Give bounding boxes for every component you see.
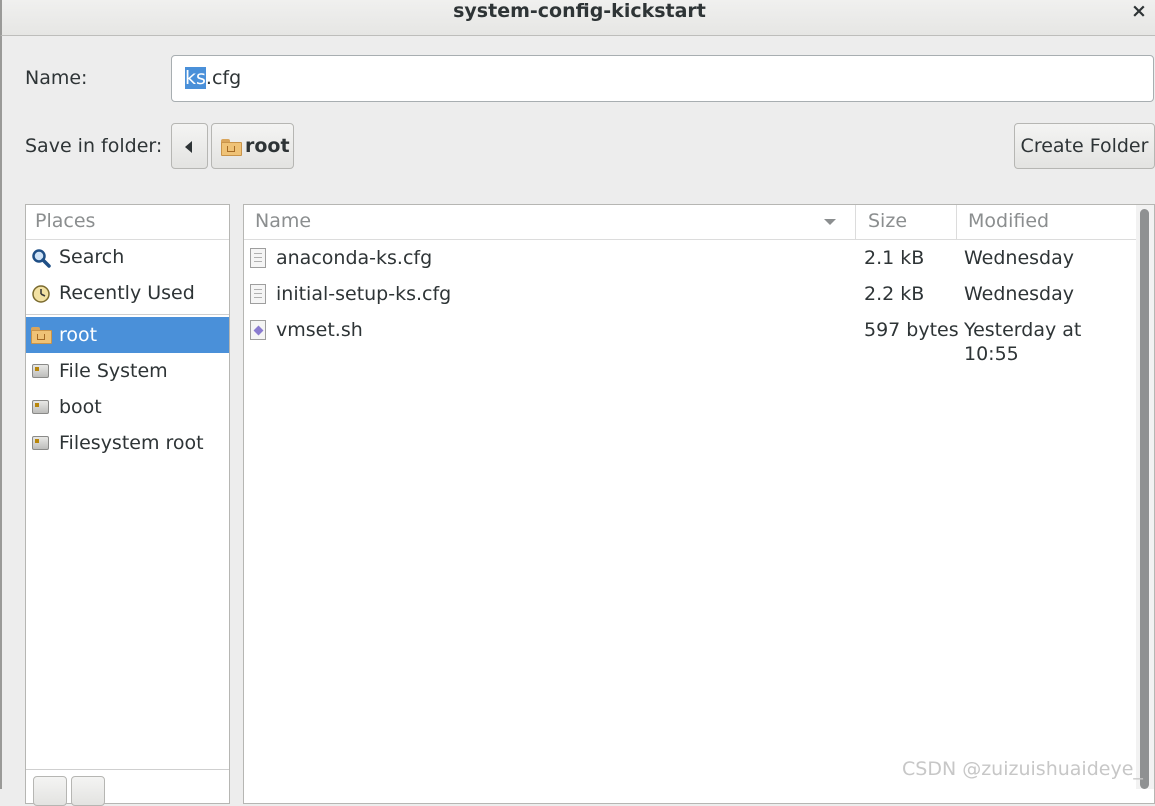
home-folder-icon [221, 139, 242, 156]
places-footer-divider [26, 769, 229, 770]
sort-descending-icon [824, 219, 836, 225]
path-folder-label: root [245, 135, 290, 157]
drive-icon [32, 400, 49, 414]
sidebar-item-label: boot [59, 396, 102, 418]
column-divider [956, 205, 957, 239]
sidebar-item-search[interactable]: Search [26, 243, 229, 273]
file-size: 2.2 kB [864, 283, 925, 305]
column-header-modified[interactable]: Modified [968, 209, 1049, 233]
column-divider [855, 205, 856, 239]
sidebar-item-recently-used[interactable]: Recently Used [26, 279, 229, 309]
left-arrow-icon [185, 141, 192, 153]
path-back-button[interactable] [171, 123, 208, 169]
places-header-divider [26, 239, 229, 240]
scrollbar-thumb[interactable] [1140, 209, 1149, 789]
file-modified: Wednesday [964, 283, 1075, 305]
name-selected-text: ks [185, 67, 206, 89]
file-row[interactable]: vmset.sh 597 bytes Yesterday at 10:55 [244, 315, 1136, 365]
sidebar-item-label: File System [59, 360, 168, 382]
file-modified: Wednesday [964, 247, 1075, 269]
name-label: Name: [25, 67, 88, 89]
sidebar-item-file-system[interactable]: File System [26, 356, 229, 386]
window-title: system-config-kickstart [453, 0, 706, 22]
column-header-name[interactable]: Name [255, 209, 311, 233]
recent-icon [32, 285, 50, 303]
save-in-folder-label: Save in folder: [25, 135, 163, 157]
drive-icon [32, 364, 49, 378]
sidebar-item-label: root [59, 324, 98, 346]
file-size: 597 bytes [864, 319, 959, 341]
file-name: initial-setup-ks.cfg [276, 283, 452, 305]
name-input[interactable]: ks.cfg [171, 55, 1154, 102]
places-separator [26, 314, 229, 315]
sidebar-item-boot[interactable]: boot [26, 392, 229, 422]
files-header-divider [244, 239, 1136, 240]
create-folder-button[interactable]: Create Folder [1014, 123, 1155, 169]
title-bar: system-config-kickstart × [0, 0, 1155, 36]
remove-bookmark-button[interactable] [71, 776, 105, 806]
home-folder-icon [31, 327, 52, 344]
file-name: anaconda-ks.cfg [276, 247, 433, 269]
file-name: vmset.sh [276, 319, 363, 341]
file-size: 2.1 kB [864, 247, 925, 269]
window-left-border [0, 36, 2, 789]
sidebar-item-filesystem-root[interactable]: Filesystem root [26, 428, 229, 458]
sidebar-item-label: Search [59, 246, 125, 268]
name-rest-text: .cfg [205, 67, 242, 89]
text-file-icon [250, 248, 266, 268]
add-bookmark-button[interactable] [33, 776, 67, 806]
close-icon[interactable]: × [1129, 0, 1149, 22]
column-header-size[interactable]: Size [868, 209, 907, 233]
sidebar-item-label: Filesystem root [59, 432, 204, 454]
file-row[interactable]: anaconda-ks.cfg 2.1 kB Wednesday [244, 243, 1136, 275]
sidebar-item-root[interactable]: root [26, 317, 229, 353]
path-folder-button[interactable]: root [211, 123, 294, 169]
search-icon [32, 249, 51, 268]
file-row[interactable]: initial-setup-ks.cfg 2.2 kB Wednesday [244, 279, 1136, 311]
file-modified: Yesterday at 10:55 [964, 319, 1082, 365]
drive-icon [32, 436, 49, 450]
text-file-icon [250, 284, 266, 304]
sidebar-item-label: Recently Used [59, 282, 195, 304]
watermark: CSDN @zuizuishuaideye_ [902, 758, 1143, 780]
script-file-icon [250, 320, 266, 340]
places-header: Places [35, 210, 96, 232]
